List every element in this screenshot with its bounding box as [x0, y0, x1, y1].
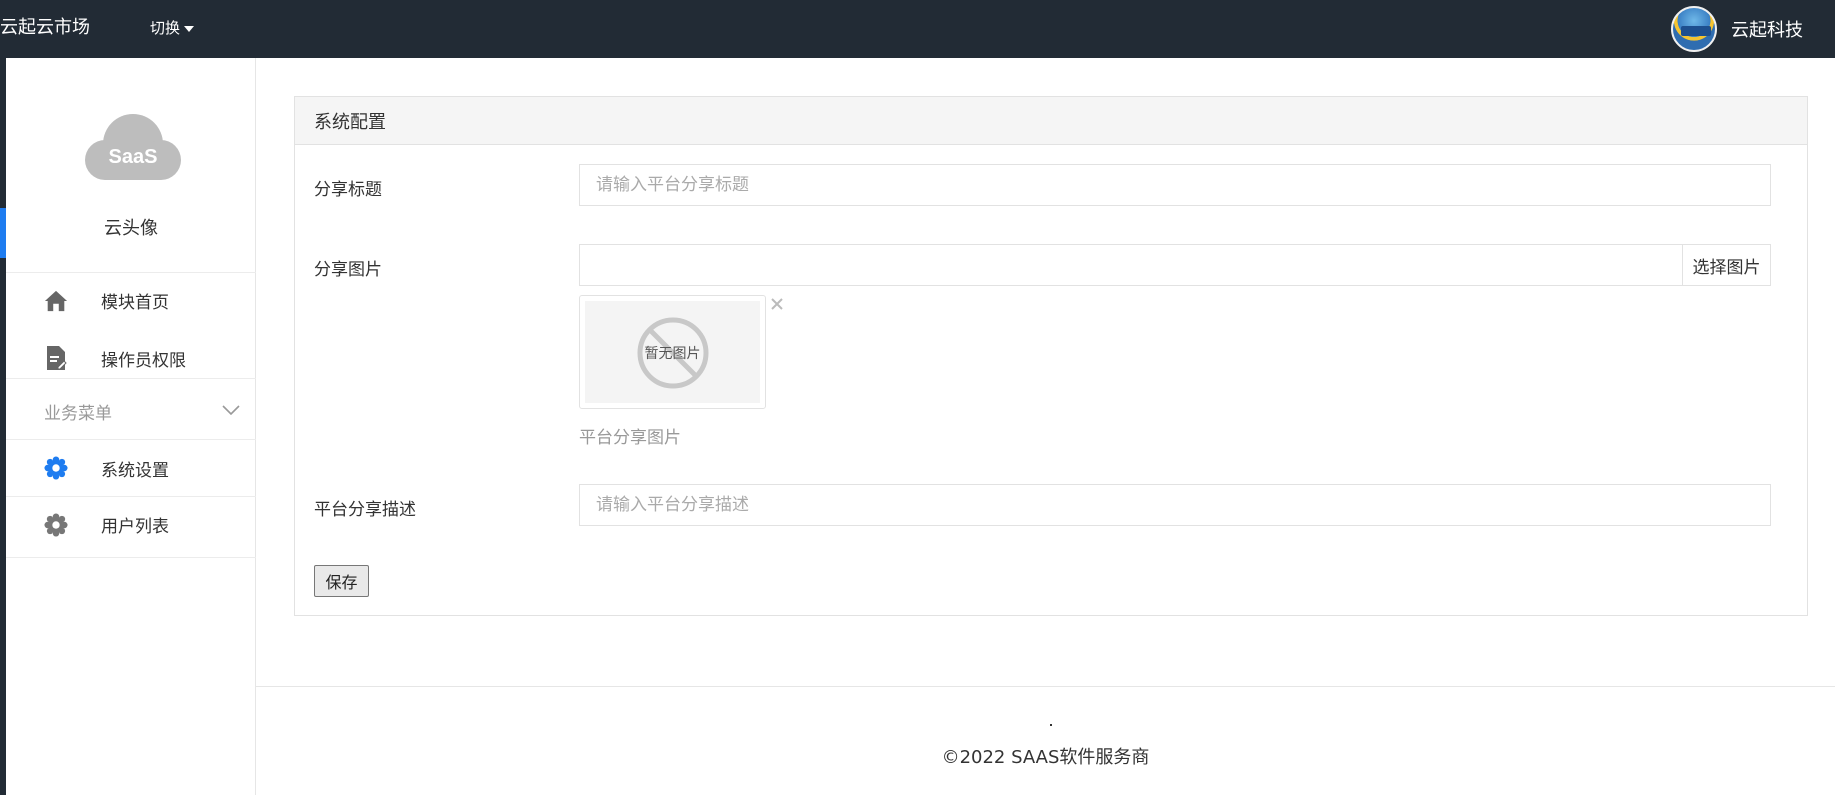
logo-text: SaaS — [108, 146, 158, 168]
sidebar-group-business-menu[interactable]: 业务菜单 — [6, 378, 256, 440]
gear-icon — [44, 456, 68, 480]
choose-image-button[interactable]: 选择图片 — [1682, 245, 1770, 285]
profile-name: 云头像 — [104, 218, 158, 239]
document-edit-icon — [44, 346, 68, 370]
avatar[interactable] — [1671, 6, 1717, 52]
no-image-placeholder: 暂无图片 — [585, 301, 760, 403]
gear-icon — [44, 513, 68, 537]
panel-title: 系统配置 — [295, 97, 1807, 145]
share-image-input-group: 选择图片 — [579, 244, 1771, 286]
caret-down-icon — [184, 25, 195, 32]
sidebar-item-label: 操作员权限 — [101, 350, 186, 371]
footer-dot: . — [1050, 724, 1052, 726]
footer-copyright: ©2022 SAAS软件服务商 — [941, 747, 1150, 768]
footer-divider — [256, 686, 1835, 687]
sidebar-group-label: 业务菜单 — [44, 404, 112, 424]
share-title-input[interactable] — [579, 164, 1771, 206]
user-menu[interactable]: 云起科技 — [1671, 6, 1803, 52]
share-image-path-input[interactable] — [580, 245, 1683, 285]
save-button[interactable]: 保存 — [314, 565, 369, 597]
brand-title[interactable]: 云起云市场 — [0, 13, 90, 39]
sidebar: SaaS 云头像 模块首页 操作员权限 业务菜单 系统设置 用户列表 — [6, 58, 256, 795]
share-image-hint: 平台分享图片 — [579, 428, 681, 448]
switch-label: 切换 — [150, 19, 181, 37]
sidebar-divider — [6, 557, 256, 558]
share-title-label: 分享标题 — [314, 180, 382, 200]
remove-image-icon[interactable] — [768, 295, 786, 313]
image-preview[interactable]: 暂无图片 — [579, 295, 766, 409]
user-name[interactable]: 云起科技 — [1731, 16, 1803, 42]
chevron-down-icon — [222, 401, 240, 420]
no-image-text: 暂无图片 — [644, 346, 701, 362]
system-config-panel: 系统配置 分享标题 分享图片 选择图片 暂无图片 平台分享图片 平台分享描述 保… — [294, 96, 1808, 616]
sidebar-item-user-list[interactable]: 用户列表 — [6, 496, 256, 552]
switch-dropdown[interactable]: 切换 — [150, 17, 195, 38]
saas-cloud-logo: SaaS — [83, 110, 183, 182]
sidebar-item-system-settings[interactable]: 系统设置 — [6, 440, 256, 496]
sidebar-item-label: 系统设置 — [101, 460, 169, 481]
share-desc-label: 平台分享描述 — [314, 500, 416, 520]
top-navbar: 云起云市场 切换 云起科技 — [0, 0, 1835, 58]
home-icon — [44, 289, 68, 313]
sidebar-item-label: 模块首页 — [101, 293, 169, 313]
sidebar-item-module-home[interactable]: 模块首页 — [6, 272, 256, 328]
share-desc-input[interactable] — [579, 484, 1771, 526]
sidebar-item-label: 用户列表 — [101, 517, 169, 537]
share-image-label: 分享图片 — [314, 260, 382, 280]
